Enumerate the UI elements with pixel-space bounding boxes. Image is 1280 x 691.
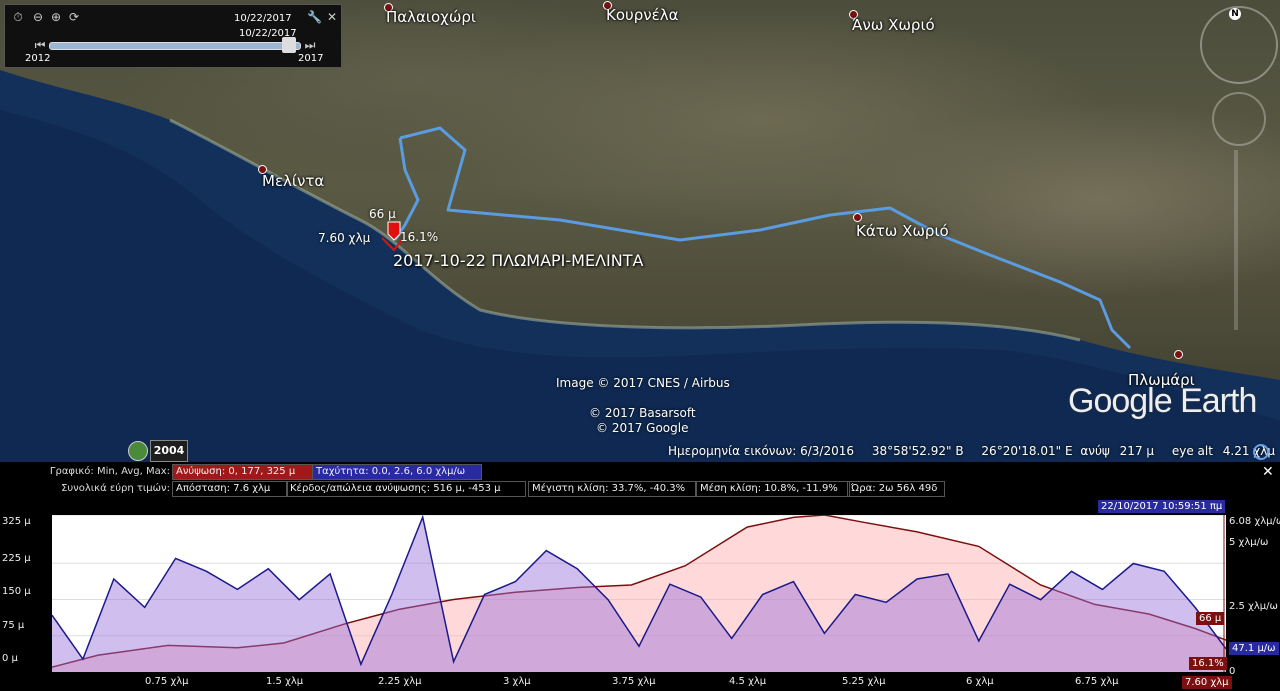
historical-imagery-icon[interactable] bbox=[128, 441, 148, 461]
place-label[interactable]: Κάτω Χωριό bbox=[856, 222, 949, 240]
close-icon[interactable]: ✕ bbox=[325, 10, 339, 24]
y-right-tick: 6.08 χλμ/ω bbox=[1229, 516, 1280, 527]
time-slider-thumb[interactable] bbox=[282, 37, 296, 53]
time-start-label: 10/22/2017 bbox=[234, 13, 292, 24]
year-min-label: 2012 bbox=[25, 53, 51, 64]
north-icon[interactable]: N bbox=[1229, 8, 1241, 20]
x-tick: 3.75 χλμ bbox=[612, 676, 656, 687]
time-stat: Ώρα: 2ω 56λ 49δ bbox=[847, 481, 945, 497]
wrench-icon[interactable]: 🔧 bbox=[307, 10, 322, 24]
y-left-tick: 225 μ bbox=[2, 553, 31, 564]
earth-view[interactable]: ⏱ ⊖ ⊕ ⟳ 10/22/2017 🔧 ✕ 10/22/2017 ⏮ ⏭ 20… bbox=[0, 0, 1280, 462]
x-tick: 3 χλμ bbox=[503, 676, 531, 687]
y-left-tick: 325 μ bbox=[2, 516, 31, 527]
x-tick: 0.75 χλμ bbox=[145, 676, 189, 687]
x-tick: 5.25 χλμ bbox=[842, 676, 886, 687]
place-pin[interactable] bbox=[1174, 350, 1183, 359]
google-earth-logo: Google Earth bbox=[1068, 382, 1257, 420]
eye-alt-label: eye alt bbox=[1171, 444, 1213, 458]
elevation-stat[interactable]: Ανύψωση: 0, 177, 325 μ bbox=[172, 464, 313, 480]
y-left-tick: 150 μ bbox=[2, 586, 31, 597]
place-label[interactable]: Μελίντα bbox=[262, 172, 324, 190]
totals-label: Συνολικά εύρη τιμών: bbox=[61, 483, 170, 494]
x-tick: 1.5 χλμ bbox=[266, 676, 304, 687]
latitude: 38°58'52.92" Β bbox=[871, 444, 964, 458]
profile-chart-svg bbox=[51, 514, 1227, 672]
place-pin[interactable] bbox=[853, 213, 862, 222]
imagery-date: Ημερομηνία εικόνων: 6/3/2016 bbox=[668, 444, 854, 458]
refresh-icon[interactable]: ⟳ bbox=[67, 10, 81, 24]
clock-icon[interactable]: ⏱ bbox=[11, 10, 25, 24]
streaming-indicator-icon bbox=[1253, 444, 1269, 460]
y-left-tick: 0 μ bbox=[2, 653, 18, 664]
x-tick: 2.25 χλμ bbox=[378, 676, 422, 687]
track-name-label[interactable]: 2017-10-22 ΠΛΩΜΑΡΙ-ΜΕΛΙΝΤΑ bbox=[393, 251, 643, 270]
google-credit: © 2017 Google bbox=[596, 421, 689, 435]
place-label[interactable]: Άνω Χωριό bbox=[852, 16, 935, 34]
elevation-value: 217 μ bbox=[1119, 444, 1155, 458]
status-bar: Ημερομηνία εικόνων: 6/3/2016 38°58'52.92… bbox=[668, 444, 1280, 458]
look-joystick[interactable] bbox=[1212, 92, 1266, 146]
gain-loss-stat: Κέρδος/απώλεια ανύψωσης: 516 μ, -453 μ bbox=[286, 481, 526, 497]
x-tick: 6.75 χλμ bbox=[1075, 676, 1119, 687]
speed-stat[interactable]: Ταχύτητα: 0.0, 2.6, 6.0 χλμ/ω bbox=[312, 464, 482, 480]
y-right-tick: 2.5 χλμ/ω bbox=[1229, 601, 1278, 612]
basarsoft-credit: © 2017 Basarsoft bbox=[589, 406, 696, 420]
y-left-tick: 75 μ bbox=[2, 620, 25, 631]
time-slider-track[interactable] bbox=[49, 42, 301, 50]
cursor-distance: 7.60 χλμ bbox=[1182, 676, 1232, 689]
distance-stat: Απόσταση: 7.6 χλμ bbox=[172, 481, 288, 497]
cursor-elevation: 66 μ bbox=[1196, 612, 1225, 625]
avg-slope-stat: Μέση κλίση: 10.8%, -11.9% bbox=[696, 481, 850, 497]
place-label[interactable]: Κουρνέλα bbox=[606, 6, 678, 24]
zoom-out-icon[interactable]: ⊖ bbox=[31, 10, 45, 24]
close-profile-icon[interactable]: ✕ bbox=[1262, 464, 1274, 480]
x-tick: 4.5 χλμ bbox=[729, 676, 767, 687]
year-max-label: 2017 bbox=[298, 53, 324, 64]
skip-back-icon[interactable]: ⏮ bbox=[33, 38, 47, 52]
marker-elevation: 66 μ bbox=[369, 207, 396, 221]
elevation-label: ανύψ bbox=[1080, 444, 1110, 458]
skip-forward-icon[interactable]: ⏭ bbox=[303, 38, 317, 52]
marker-slope: 16.1% bbox=[400, 230, 439, 244]
historical-year[interactable]: 2004 bbox=[150, 440, 188, 462]
cursor-timestamp: 22/10/2017 10:59:51 πμ bbox=[1098, 500, 1226, 513]
zoom-slider[interactable] bbox=[1234, 150, 1238, 330]
cursor-slope: 16.1% bbox=[1189, 657, 1227, 670]
y-right-tick: 5 χλμ/ω bbox=[1229, 537, 1269, 548]
place-label[interactable]: Παλαιοχώρι bbox=[386, 8, 476, 26]
imagery-credit: Image © 2017 CNES / Airbus bbox=[556, 376, 730, 390]
marker-distance: 7.60 χλμ bbox=[318, 231, 371, 245]
graph-stats-label: Γραφικό: Min, Avg, Max: bbox=[49, 466, 170, 477]
longitude: 26°20'18.01" Ε bbox=[981, 444, 1073, 458]
zoom-in-icon[interactable]: ⊕ bbox=[49, 10, 63, 24]
cursor-speed: 47.1 μ/ω bbox=[1229, 642, 1279, 655]
max-slope-stat: Μέγιστη κλίση: 33.7%, -40.3% bbox=[528, 481, 696, 497]
x-tick: 6 χλμ bbox=[966, 676, 994, 687]
profile-chart[interactable] bbox=[51, 514, 1227, 672]
time-slider-panel: ⏱ ⊖ ⊕ ⟳ 10/22/2017 🔧 ✕ 10/22/2017 ⏮ ⏭ 20… bbox=[4, 4, 342, 68]
